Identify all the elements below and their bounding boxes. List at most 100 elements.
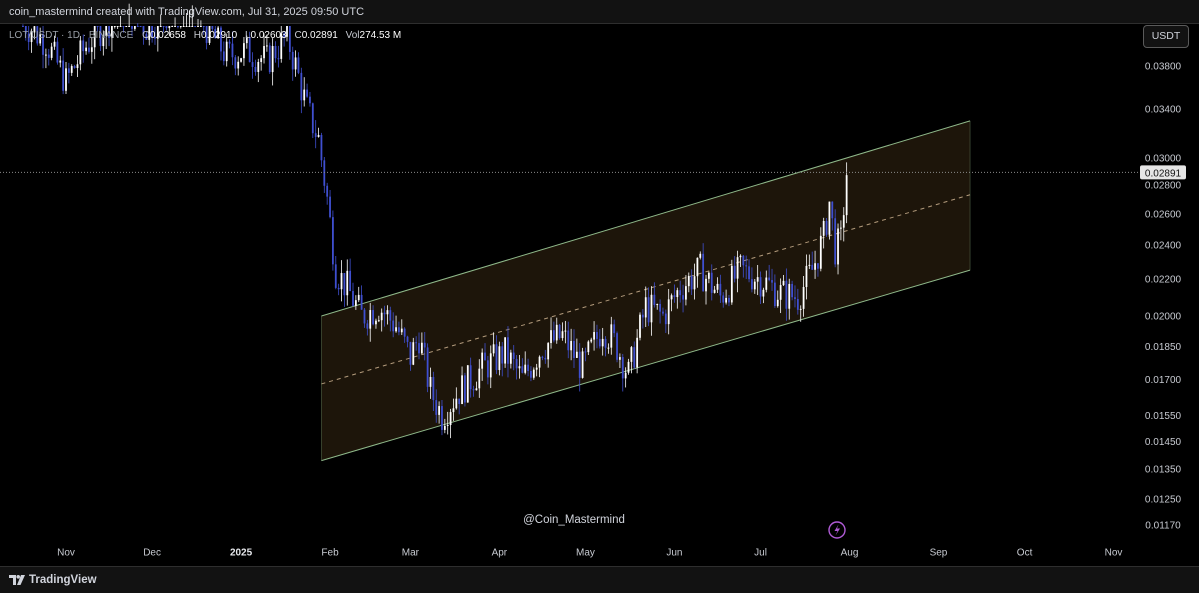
candle [194,26,197,28]
candle [182,16,185,27]
time-tick-label: Aug [841,548,859,559]
candle [274,41,277,63]
candle [730,259,733,305]
volume-value: 274.53 M [359,30,402,41]
price-tick-label: 0.01350 [1145,465,1182,476]
candle [306,83,308,98]
price-axis: 0.03800 0.03400 0.03000 0.02800 0.02600 0.024… [1145,61,1182,531]
time-tick-label: Jul [754,548,767,559]
candle [271,38,274,86]
candle [332,210,334,271]
candle [171,25,174,27]
ohlc-legend: LOT/USDT · 1D · BINANCE O0.02658 H0.0291… [9,30,406,41]
candle [277,45,280,68]
candle [22,24,24,27]
candle [268,42,271,74]
time-axis: Nov Dec 2025 Feb Mar Apr May Jun Jul Aug Sep Oct Nov [57,548,1122,559]
currency-button[interactable]: USDT [1143,25,1189,48]
last-price-label: 0.02891 [1145,168,1182,179]
price-tick-label: 0.01850 [1145,342,1182,353]
time-tick-label: 2025 [230,548,253,559]
open-label: O [142,30,150,41]
high-value: 0.02910 [201,30,238,41]
candle [466,365,469,403]
candle [50,42,53,61]
candle [191,5,194,27]
price-tick-label: 0.03000 [1145,154,1182,165]
symbol-label[interactable]: LOT/USDT · 1D · BINANCE [9,30,133,41]
price-tick-label: 0.01450 [1145,437,1182,448]
candle [125,26,128,27]
candle [185,13,188,27]
candle [116,26,119,29]
time-tick-label: Nov [57,548,75,559]
candle [464,372,466,407]
candle [159,14,162,27]
time-tick-label: Oct [1017,548,1033,559]
candle [449,408,452,439]
candle [340,260,343,302]
price-tick-label: 0.02800 [1145,180,1182,191]
candle [349,258,352,292]
candle [139,26,142,27]
candle [222,41,225,66]
candle [73,64,76,69]
flash-icon[interactable] [828,521,846,539]
candle [254,59,257,76]
high-label: H [193,30,202,41]
last-price-line: 0.02891 [0,165,1186,180]
close-value: 0.02891 [301,30,338,41]
candle [234,55,237,76]
candle [504,337,507,368]
candle [188,10,191,27]
price-tick-label: 0.02200 [1145,274,1182,285]
candle [113,26,116,29]
time-tick-label: Feb [321,548,339,559]
tradingview-brand: TradingView [29,574,97,586]
candle [343,272,346,307]
candle [360,285,363,310]
candle [251,52,254,79]
candle [326,182,329,205]
time-tick-label: Jun [666,548,682,559]
time-tick-label: Dec [143,548,161,559]
candle [357,286,360,303]
candle [329,189,331,219]
price-tick-label: 0.03800 [1145,61,1182,72]
candle [320,132,323,167]
candle [346,259,349,306]
candle [67,62,70,84]
price-tick-label: 0.02000 [1145,312,1182,323]
candle [70,64,73,76]
price-tick-label: 0.01170 [1145,520,1181,531]
price-tick-label: 0.01250 [1145,495,1182,506]
candle [177,26,179,29]
time-tick-label: May [576,548,595,559]
candle [65,61,67,95]
candle [426,343,429,393]
bottom-bar: TradingView [0,566,1199,593]
candle [136,23,139,27]
author-watermark: @Coin_Mastermind [523,514,625,526]
candle [237,56,240,76]
candle [119,15,122,27]
low-label: L [244,30,251,41]
candle [828,201,831,240]
tradingview-logo[interactable]: TradingView [9,572,97,588]
candlestick-chart[interactable]: 0.02891 0.038000.034000.030000.028000.02… [0,0,1199,593]
volume-label: Vol [345,30,360,41]
price-tick-label: 0.02400 [1145,240,1182,251]
candle [243,36,245,66]
candle [45,48,47,69]
price-tick-label: 0.01550 [1145,411,1182,422]
candle [76,55,79,77]
time-tick-label: Apr [492,548,508,559]
candle [59,55,62,68]
price-tick-label: 0.01700 [1145,375,1182,386]
candle [300,67,303,114]
candle [616,331,618,363]
candle [128,3,131,27]
price-tick-label: 0.03400 [1145,105,1182,116]
candle [257,58,260,83]
candle [291,46,294,81]
